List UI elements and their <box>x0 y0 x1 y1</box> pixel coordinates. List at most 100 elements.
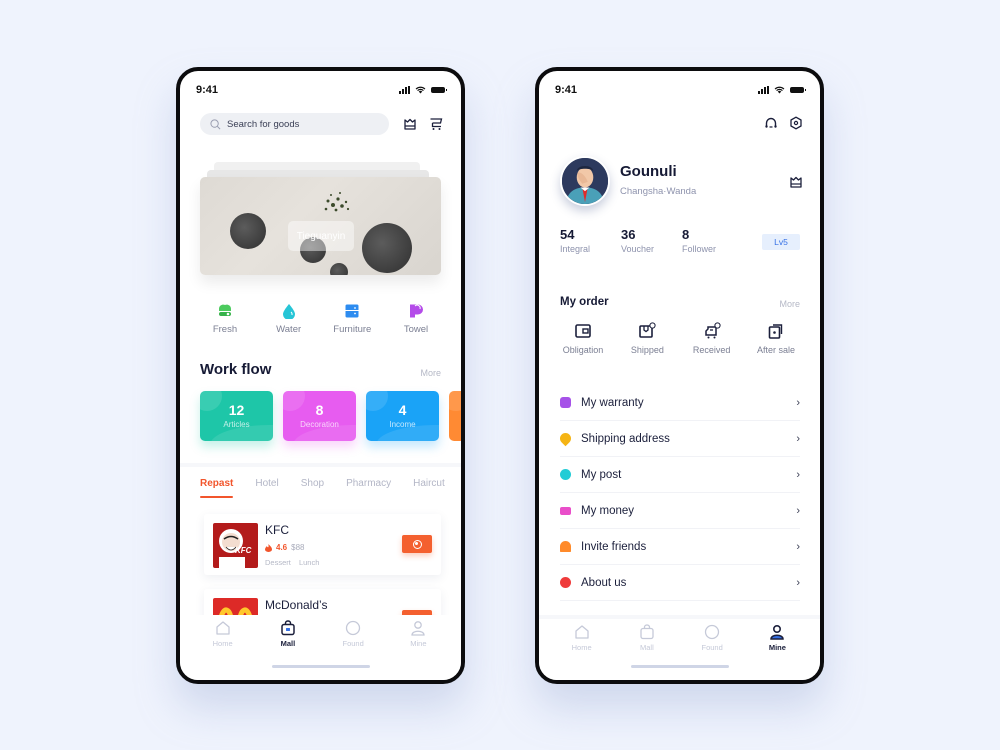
chevron-right-icon: › <box>796 504 800 517</box>
user-icon <box>770 624 785 640</box>
home-icon <box>574 625 589 639</box>
tab-bar-home[interactable]: Home <box>557 624 607 652</box>
profile-name: Gounuli <box>620 163 677 180</box>
workflow-cards: 12 Articles 8 Decoration 4 Income <box>200 391 461 441</box>
my-order-more-link[interactable]: More <box>779 299 800 309</box>
tab-bar-mine[interactable]: Mine <box>393 620 443 648</box>
menu-item-my-post[interactable]: My post › <box>560 457 800 493</box>
tab-bar-found[interactable]: Found <box>328 620 378 648</box>
category-water[interactable]: Water <box>264 303 314 335</box>
search-input[interactable] <box>227 118 377 130</box>
tab-bar-mine[interactable]: Mine <box>752 624 802 652</box>
plate-image <box>330 263 348 275</box>
tab-bar-home[interactable]: Home <box>198 620 248 648</box>
location-icon <box>557 430 574 447</box>
tab-bar-found[interactable]: Found <box>687 624 737 652</box>
tab-shop[interactable]: Shop <box>301 478 324 498</box>
ghost-icon <box>560 541 571 552</box>
menu-item-shipping-address[interactable]: Shipping address › <box>557 421 800 457</box>
menu-item-my-warranty[interactable]: My warranty › <box>560 385 800 421</box>
status-bar: 9:41 <box>555 83 806 97</box>
status-icons <box>758 86 806 94</box>
tab-bar-label: Home <box>571 643 592 652</box>
bag-icon <box>640 624 654 640</box>
settings-icon[interactable] <box>789 116 803 130</box>
order-after-sale[interactable]: After sale <box>748 322 804 355</box>
avatar[interactable] <box>560 156 610 206</box>
order-shipped[interactable]: Shipped <box>619 322 675 355</box>
menu-item-about-us[interactable]: About us › <box>560 565 800 601</box>
stat-integral[interactable]: 54 Integral <box>560 227 621 254</box>
kfc-logo: KFC <box>213 523 258 568</box>
home-indicator[interactable] <box>271 665 370 668</box>
svg-text:KFC: KFC <box>235 546 252 555</box>
order-label: Shipped <box>630 345 664 355</box>
tab-repast[interactable]: Repast <box>200 478 234 498</box>
stat-label: Voucher <box>621 244 655 254</box>
menu-item-label: My warranty <box>581 396 644 409</box>
status-time: 9:41 <box>196 84 219 96</box>
chevron-right-icon: › <box>796 540 800 553</box>
bottom-tab-bar: Home Mall Found Mine <box>539 615 820 680</box>
tea-leaves-image <box>324 192 350 212</box>
search-bar[interactable] <box>200 113 389 135</box>
workflow-card-partial[interactable] <box>449 391 461 441</box>
stat-value: 8 <box>682 227 690 242</box>
section-divider <box>180 463 461 467</box>
profile-stats: 54 Integral 36 Voucher 8 Follower <box>560 227 743 254</box>
battery-icon <box>790 87 806 93</box>
shop-action-button[interactable] <box>402 535 432 553</box>
order-received[interactable]: Received <box>684 322 740 355</box>
crown-icon[interactable] <box>403 117 417 131</box>
cart-icon[interactable] <box>429 117 443 131</box>
crown-icon[interactable] <box>789 175 803 189</box>
wallet-icon <box>575 324 591 338</box>
category-furniture[interactable]: Furniture <box>327 303 377 335</box>
menu-item-invite-friends[interactable]: Invite friends › <box>560 529 800 565</box>
category-label: Towel <box>403 324 429 335</box>
home-icon <box>215 621 230 635</box>
menu-item-label: Invite friends <box>581 540 647 553</box>
home-indicator[interactable] <box>630 665 729 668</box>
shop-card-kfc[interactable]: KFC KFC 4.6 $88 Dessert Lunch <box>204 514 441 575</box>
stat-label: Follower <box>682 244 717 254</box>
workflow-more-link[interactable]: More <box>420 368 441 378</box>
found-icon <box>704 624 720 640</box>
category-label: Furniture <box>333 324 372 335</box>
tab-haircut[interactable]: Haircut <box>413 478 445 498</box>
chevron-right-icon: › <box>796 468 800 481</box>
chat-icon <box>560 469 571 480</box>
workflow-card-articles[interactable]: 12 Articles <box>200 391 273 441</box>
mine-screen: 9:41 Gounuli Changsha·Wanda 54 Integral … <box>535 67 824 684</box>
tab-hotel[interactable]: Hotel <box>255 478 278 498</box>
stat-follower[interactable]: 8 Follower <box>682 227 743 254</box>
promo-banner[interactable]: Tieguanyin <box>200 177 441 275</box>
workflow-card-decoration[interactable]: 8 Decoration <box>283 391 356 441</box>
chevron-right-icon: › <box>796 576 800 589</box>
order-obligation[interactable]: Obligation <box>555 322 611 355</box>
category-fresh[interactable]: Fresh <box>200 303 250 335</box>
tab-bar-label: Found <box>342 639 364 648</box>
order-label: After sale <box>756 345 795 355</box>
about-icon <box>560 577 571 588</box>
workflow-card-income[interactable]: 4 Income <box>366 391 439 441</box>
category-towel[interactable]: Towel <box>391 303 441 335</box>
box-icon <box>639 322 656 338</box>
shop-name: McDonald’s <box>265 598 328 612</box>
warranty-icon <box>560 397 571 408</box>
menu-item-label: My post <box>581 468 622 481</box>
headset-icon[interactable] <box>764 116 778 130</box>
tab-bar-label: Mall <box>639 643 654 652</box>
card-icon <box>560 506 571 515</box>
tab-bar-label: Found <box>701 643 723 652</box>
cabinet-icon <box>345 304 359 318</box>
menu-item-my-money[interactable]: My money › <box>560 493 800 529</box>
tab-pharmacy[interactable]: Pharmacy <box>346 478 391 498</box>
shop-meta: 4.6 $88 <box>265 543 304 552</box>
tab-bar-mall[interactable]: Mall <box>622 624 672 652</box>
category-label: Water <box>276 324 302 335</box>
stat-voucher[interactable]: 36 Voucher <box>621 227 682 254</box>
water-drop-icon <box>282 304 295 319</box>
tab-bar-mall[interactable]: Mall <box>263 620 313 648</box>
shop-name: KFC <box>265 523 289 537</box>
